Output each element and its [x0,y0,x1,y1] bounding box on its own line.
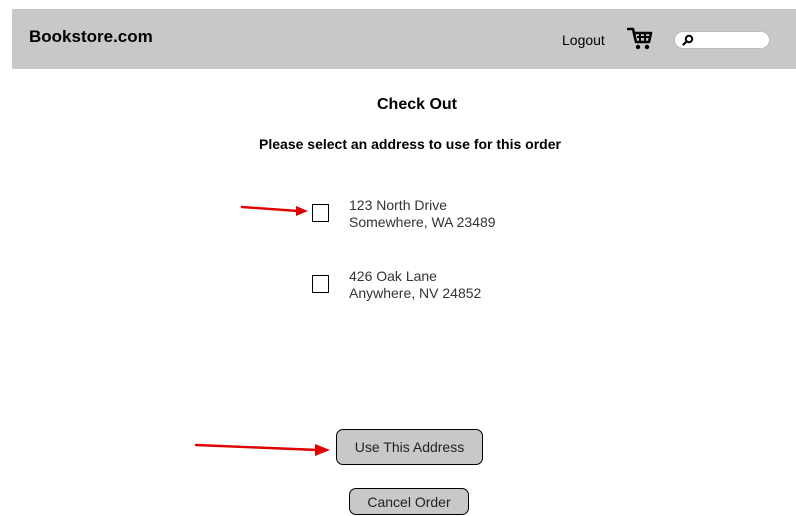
search-icon[interactable] [682,34,694,46]
search-box [674,31,770,49]
cancel-order-button[interactable]: Cancel Order [349,488,469,515]
address-1-line2: Somewhere, WA 23489 [349,214,496,230]
top-bar: Bookstore.com Logout [12,9,796,69]
checkout-page: Bookstore.com Logout Check Out Please se… [0,0,796,516]
shopping-cart-icon[interactable] [626,27,653,51]
annotation-arrow-button [194,443,330,456]
address-1: 123 North Drive Somewhere, WA 23489 [349,197,496,231]
annotation-arrow-checkbox [240,205,308,216]
site-brand[interactable]: Bookstore.com [29,27,153,47]
search-input[interactable] [697,33,763,46]
address-2-line2: Anywhere, NV 24852 [349,285,482,301]
logout-link[interactable]: Logout [562,32,605,48]
address-2-line1: 426 Oak Lane [349,268,437,284]
page-title: Check Out [376,96,457,113]
address-2: 426 Oak Lane Anywhere, NV 24852 [349,268,481,302]
address-1-line1: 123 North Drive [349,197,448,213]
address-1-checkbox[interactable] [312,204,329,222]
use-this-address-button[interactable]: Use This Address [336,429,483,465]
page-instructions: Please select an address to use for this… [259,136,561,152]
address-2-checkbox[interactable] [312,275,329,293]
